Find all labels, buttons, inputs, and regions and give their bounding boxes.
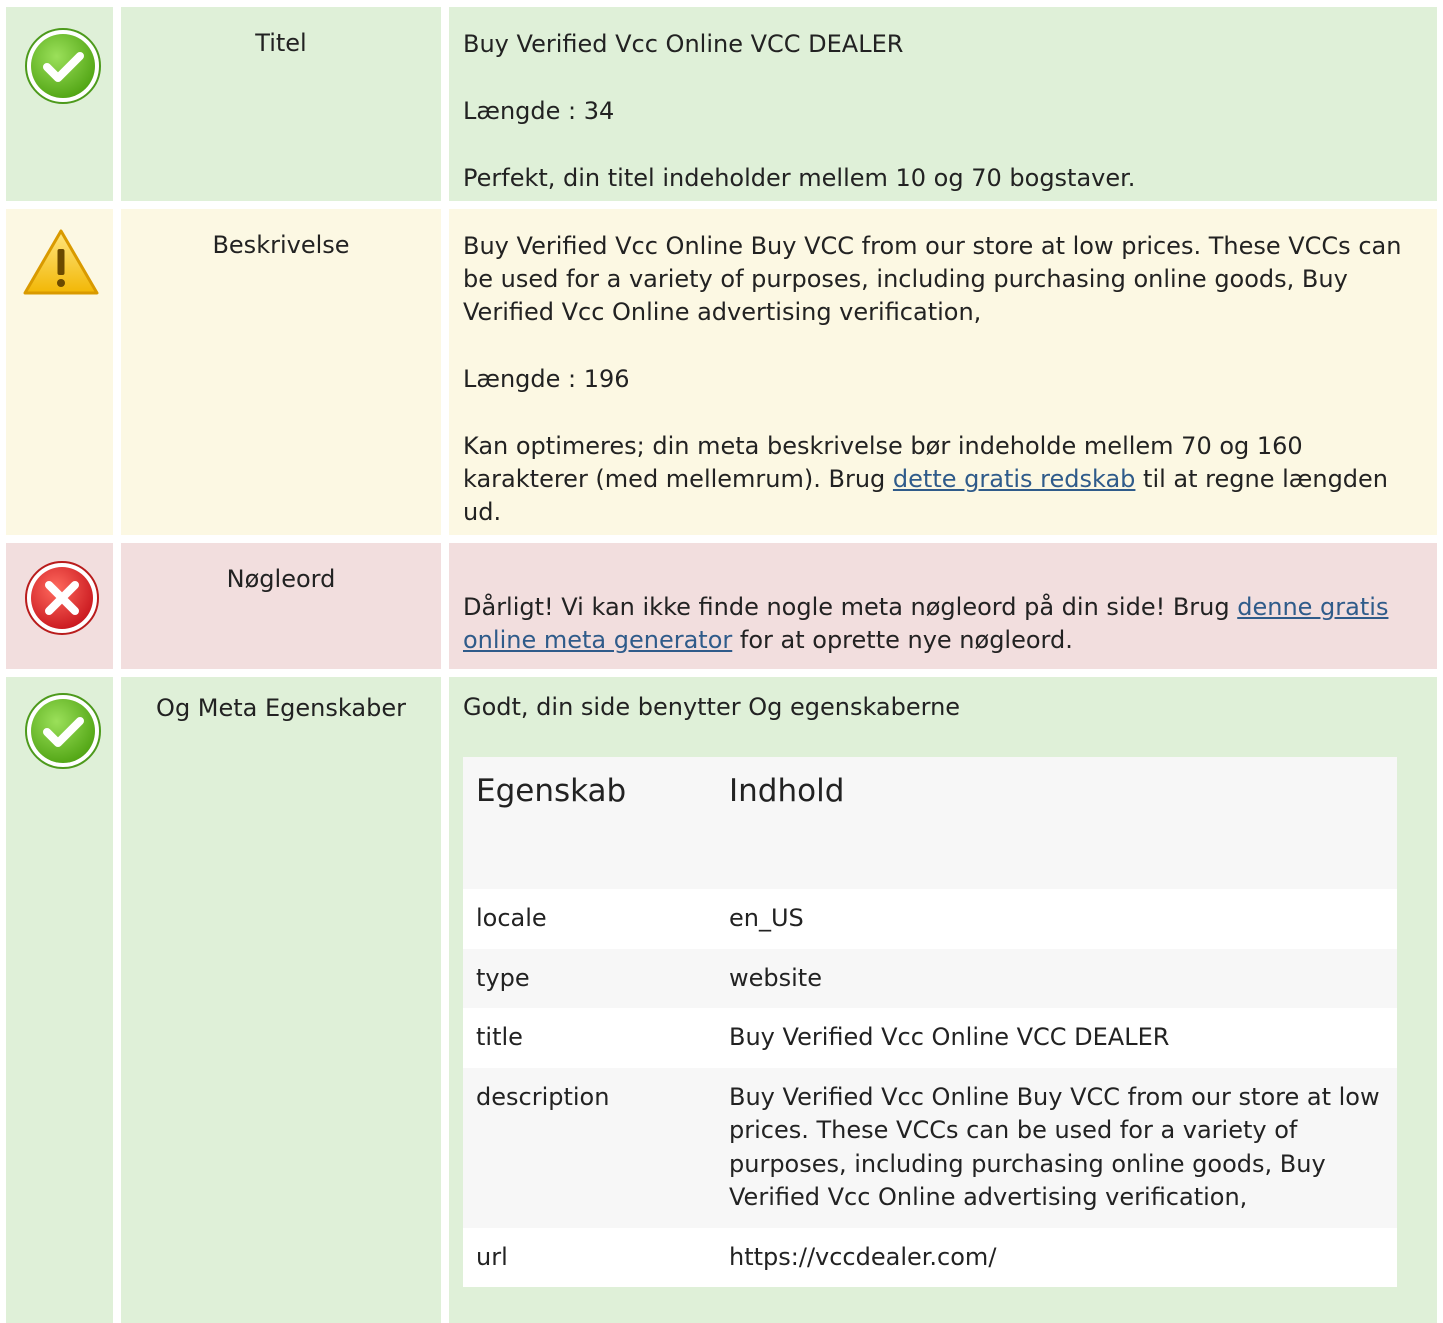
table-row: description Buy Verified Vcc Online Buy …	[463, 1067, 1397, 1228]
title-message: Perfekt, din titel indeholder mellem 10 …	[463, 164, 1136, 192]
check-icon	[25, 693, 101, 769]
row-body-cell: Buy Verified Vcc Online VCC DEALER Længd…	[449, 7, 1437, 201]
row-label: Og Meta Egenskaber	[156, 694, 406, 722]
property-cell: url	[476, 1242, 508, 1271]
content-cell: Buy Verified Vcc Online Buy VCC from our…	[729, 1082, 1380, 1212]
result-row-description: Beskrivelse Buy Verified Vcc Online Buy …	[0, 209, 1443, 535]
property-cell: type	[476, 963, 530, 992]
content-cell: Buy Verified Vcc Online VCC DEALER	[729, 1023, 1170, 1051]
row-label: Nøgleord	[226, 565, 336, 593]
description-length: Længde : 196	[463, 365, 630, 393]
row-label-cell: Nøgleord	[121, 543, 441, 669]
column-header-property: Egenskab	[476, 773, 627, 809]
description-value: Buy Verified Vcc Online Buy VCC from our…	[463, 232, 1402, 326]
table-row: locale en_US	[463, 889, 1397, 949]
warning-icon	[23, 229, 99, 295]
result-row-keywords: Nøgleord Dårligt! Vi kan ikke finde nogl…	[0, 543, 1443, 669]
row-body-cell: Godt, din side benytter Og egenskaberne …	[449, 677, 1437, 1323]
seo-report: Titel Buy Verified Vcc Online VCC DEALER…	[0, 0, 1443, 1323]
row-body-cell: Buy Verified Vcc Online Buy VCC from our…	[449, 209, 1437, 535]
og-message: Godt, din side benytter Og egenskaberne	[463, 693, 961, 721]
table-row: url https://vccdealer.com/	[463, 1227, 1397, 1287]
title-value: Buy Verified Vcc Online VCC DEALER	[463, 30, 904, 58]
table-row: type website	[463, 948, 1397, 1008]
error-icon	[25, 561, 99, 635]
status-cell	[6, 677, 113, 1323]
status-cell	[6, 209, 113, 535]
row-label: Titel	[255, 29, 307, 57]
row-body-cell: Dårligt! Vi kan ikke finde nogle meta nø…	[449, 543, 1437, 669]
property-cell: description	[476, 1082, 610, 1111]
property-cell: title	[476, 1023, 523, 1051]
check-icon	[25, 28, 101, 104]
table-header-row: Egenskab Indhold	[463, 757, 1397, 889]
content-cell: en_US	[729, 904, 804, 932]
property-cell: locale	[476, 904, 547, 932]
keywords-message: Dårligt! Vi kan ikke finde nogle meta nø…	[463, 593, 1389, 654]
result-row-og-properties: Og Meta Egenskaber Godt, din side benytt…	[0, 677, 1443, 1323]
content-cell: https://vccdealer.com/	[729, 1242, 997, 1271]
description-message: Kan optimeres; din meta beskrivelse bør …	[463, 432, 1389, 526]
row-label-cell: Og Meta Egenskaber	[121, 677, 441, 1323]
result-row-title: Titel Buy Verified Vcc Online VCC DEALER…	[0, 7, 1443, 201]
status-cell	[6, 7, 113, 201]
table-row: title Buy Verified Vcc Online VCC DEALER	[463, 1008, 1397, 1068]
row-label-cell: Titel	[121, 7, 441, 201]
status-cell	[6, 543, 113, 669]
og-properties-table: Egenskab Indhold locale en_US type websi…	[463, 757, 1397, 1287]
row-label: Beskrivelse	[212, 231, 350, 259]
row-label-cell: Beskrivelse	[121, 209, 441, 535]
title-length: Længde : 34	[463, 97, 615, 125]
content-cell: website	[729, 963, 822, 992]
length-tool-link[interactable]: dette gratis redskab	[893, 465, 1136, 493]
column-header-content: Indhold	[729, 773, 845, 809]
